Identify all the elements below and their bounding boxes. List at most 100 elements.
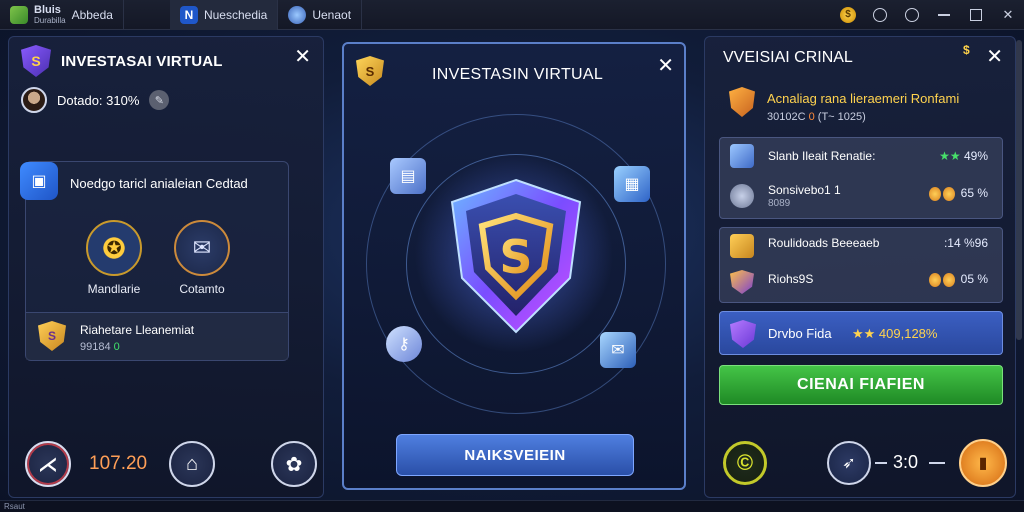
tab-app-titles: Bluis Durabilla bbox=[34, 4, 66, 25]
score-text: 3:0 bbox=[893, 452, 919, 472]
user-status-text: Dotado: 310% bbox=[57, 92, 140, 108]
gear-icon bbox=[730, 184, 754, 208]
status-bar: Rsaut bbox=[0, 500, 1024, 512]
list-item[interactable]: Slanb Ileait Renatie: ★★ 49% bbox=[720, 138, 1004, 176]
asset-name: Roulidoads Beeeaeb bbox=[768, 236, 880, 250]
left-bottom-bar: ⋌ 107.20 ⌂ ✿ bbox=[17, 437, 317, 491]
tab-second[interactable]: N Nueschedia bbox=[169, 0, 279, 30]
rocket-icon: ➶ bbox=[842, 455, 856, 472]
balance-number: 107.20 bbox=[89, 453, 148, 474]
alert-subtitle: 30102C 0 (T~ 1025) bbox=[767, 111, 866, 123]
lock-icon: ▣ bbox=[20, 162, 58, 200]
server-icon: ▤ bbox=[390, 158, 426, 194]
divider bbox=[875, 462, 887, 464]
tab-app-subtitle: Durabilla bbox=[34, 16, 66, 25]
svg-text:S: S bbox=[499, 230, 532, 284]
settings-gear-button[interactable]: ✿ bbox=[271, 441, 317, 487]
left-panel-header: S INVESTASAI VIRTUAL bbox=[21, 45, 223, 77]
close-icon: ✕ bbox=[1002, 7, 1014, 22]
right-panel-title: VVEISIAI CRINAL bbox=[723, 49, 853, 66]
alert-shield-icon bbox=[729, 87, 755, 117]
highlight-name: Drvbo Fida bbox=[768, 326, 832, 341]
highlight-row[interactable]: Drvbo Fida ★★ 409,128% bbox=[719, 311, 1003, 355]
asset-value: 05 % bbox=[929, 272, 988, 287]
minimize-button[interactable] bbox=[928, 0, 960, 30]
contact-button[interactable]: ✉ bbox=[174, 220, 230, 276]
investment-title: Riahetare Lleanemiat bbox=[80, 323, 195, 337]
left-panel: S INVESTASAI VIRTUAL ✕ Dotado: 310% ✎ ▣ … bbox=[8, 36, 324, 498]
home-button[interactable]: ⌂ bbox=[169, 441, 215, 487]
investment-row[interactable]: S Riahetare Lleanemiat 99184 0 bbox=[26, 312, 288, 360]
share-button[interactable]: ⋌ bbox=[25, 441, 71, 487]
list-item[interactable]: Sonsivebo1 1 8089 65 % bbox=[720, 178, 1004, 216]
share-icon: ⋌ bbox=[38, 453, 58, 476]
exit-button[interactable]: ▮ bbox=[959, 439, 1007, 487]
gear-icon: ✿ bbox=[285, 453, 303, 476]
asset-group-2: Roulidoads Beeeaeb :14 %96 Riohs9S 05 % bbox=[719, 227, 1003, 303]
package-icon: ▦ bbox=[614, 166, 650, 202]
scrollbar[interactable] bbox=[1016, 40, 1022, 340]
right-panel: VVEISIAI CRINAL $ ✕ Acnaliag rana lierae… bbox=[704, 36, 1016, 498]
key-icon: ⚷ bbox=[386, 326, 422, 362]
minimize-icon bbox=[938, 14, 950, 16]
left-card: ▣ Noedgo taricl anialeian Cedtad ✪ ✉ Man… bbox=[20, 161, 289, 361]
maximize-button[interactable] bbox=[960, 0, 992, 30]
box-icon bbox=[730, 234, 754, 258]
shield-icon: S bbox=[21, 45, 51, 77]
coin-icon: $ bbox=[840, 7, 856, 23]
mail-icon: ✉ bbox=[192, 235, 212, 260]
settings-icon bbox=[905, 8, 919, 22]
right-bottom-bar: © ➶ 3:0 ▮ bbox=[719, 437, 1009, 493]
alert-row[interactable]: Acnaliag rana lieraemeri Ronfami 30102C … bbox=[719, 85, 1003, 129]
help-icon bbox=[873, 8, 887, 22]
center-panel: S INVESTASIN VIRTUAL ✕ S ▤ ▦ ⚷ ✉ NAIKSVE… bbox=[342, 42, 686, 490]
user-row: Dotado: 310% ✎ bbox=[21, 87, 170, 113]
close-window-button[interactable]: ✕ bbox=[992, 0, 1024, 30]
asset-group-1: Slanb Ileait Renatie: ★★ 49% Sonsivebo1 … bbox=[719, 137, 1003, 219]
center-action-button[interactable]: NAIKSVEIEIN bbox=[396, 434, 634, 476]
center-close-button[interactable]: ✕ bbox=[657, 56, 674, 76]
refresh-button[interactable]: © bbox=[723, 441, 767, 485]
tab-app-title: Bluis bbox=[34, 4, 61, 16]
asset-value: :14 %96 bbox=[943, 236, 988, 250]
center-shield-icon: S bbox=[356, 56, 384, 86]
left-card-title: Noedgo taricl anialeian Cedtad bbox=[70, 176, 248, 191]
contact-label: Cotamto bbox=[179, 282, 225, 296]
coin-badge-icon: ✪ bbox=[106, 237, 122, 258]
left-close-button[interactable]: ✕ bbox=[294, 47, 311, 67]
tab-app-label: Abbeda bbox=[71, 7, 113, 22]
investment-shield-icon: S bbox=[38, 321, 66, 351]
edit-icon[interactable]: ✎ bbox=[149, 90, 170, 110]
asset-name: Sonsivebo1 1 bbox=[768, 183, 841, 197]
tab-third[interactable]: Uenaot bbox=[278, 0, 363, 30]
shield-icon bbox=[730, 270, 754, 294]
confirm-button[interactable]: CIENAI FIAFIEN bbox=[719, 365, 1003, 405]
investment-subtitle: 99184 0 bbox=[80, 341, 120, 353]
avatar[interactable] bbox=[21, 87, 47, 113]
maximize-icon bbox=[970, 9, 982, 21]
list-item[interactable]: Riohs9S 05 % bbox=[720, 264, 1004, 302]
settings-button[interactable] bbox=[896, 0, 928, 30]
asset-sub: 8089 bbox=[768, 198, 791, 209]
n-logo-icon: N bbox=[179, 5, 198, 24]
coin-button[interactable]: $ bbox=[832, 0, 864, 30]
list-item[interactable]: Roulidoads Beeeaeb :14 %96 bbox=[720, 228, 1004, 266]
globe-icon bbox=[288, 5, 307, 24]
title-bar: Bluis Durabilla Abbeda N Nueschedia Uena… bbox=[0, 0, 1024, 30]
manage-button[interactable]: ✪ bbox=[86, 220, 142, 276]
envelope-icon: ✉ bbox=[600, 332, 636, 368]
coin-icon bbox=[943, 186, 956, 201]
coin-icon bbox=[943, 272, 956, 287]
right-close-button[interactable]: ✕ bbox=[986, 47, 1003, 67]
rocket-button[interactable]: ➶ bbox=[827, 441, 871, 485]
help-button[interactable] bbox=[864, 0, 896, 30]
coin-indicator-icon: $ bbox=[963, 43, 970, 57]
manage-label: Mandlarie bbox=[87, 282, 141, 296]
highlight-value: ★★ 409,128% bbox=[852, 326, 938, 341]
tab-app[interactable]: Bluis Durabilla Abbeda bbox=[0, 0, 124, 30]
asset-value: 65 % bbox=[929, 186, 988, 201]
door-icon: ▮ bbox=[978, 455, 988, 472]
asset-name: Riohs9S bbox=[768, 272, 814, 286]
divider bbox=[929, 462, 945, 464]
asset-name: Slanb Ileait Renatie: bbox=[768, 149, 876, 163]
